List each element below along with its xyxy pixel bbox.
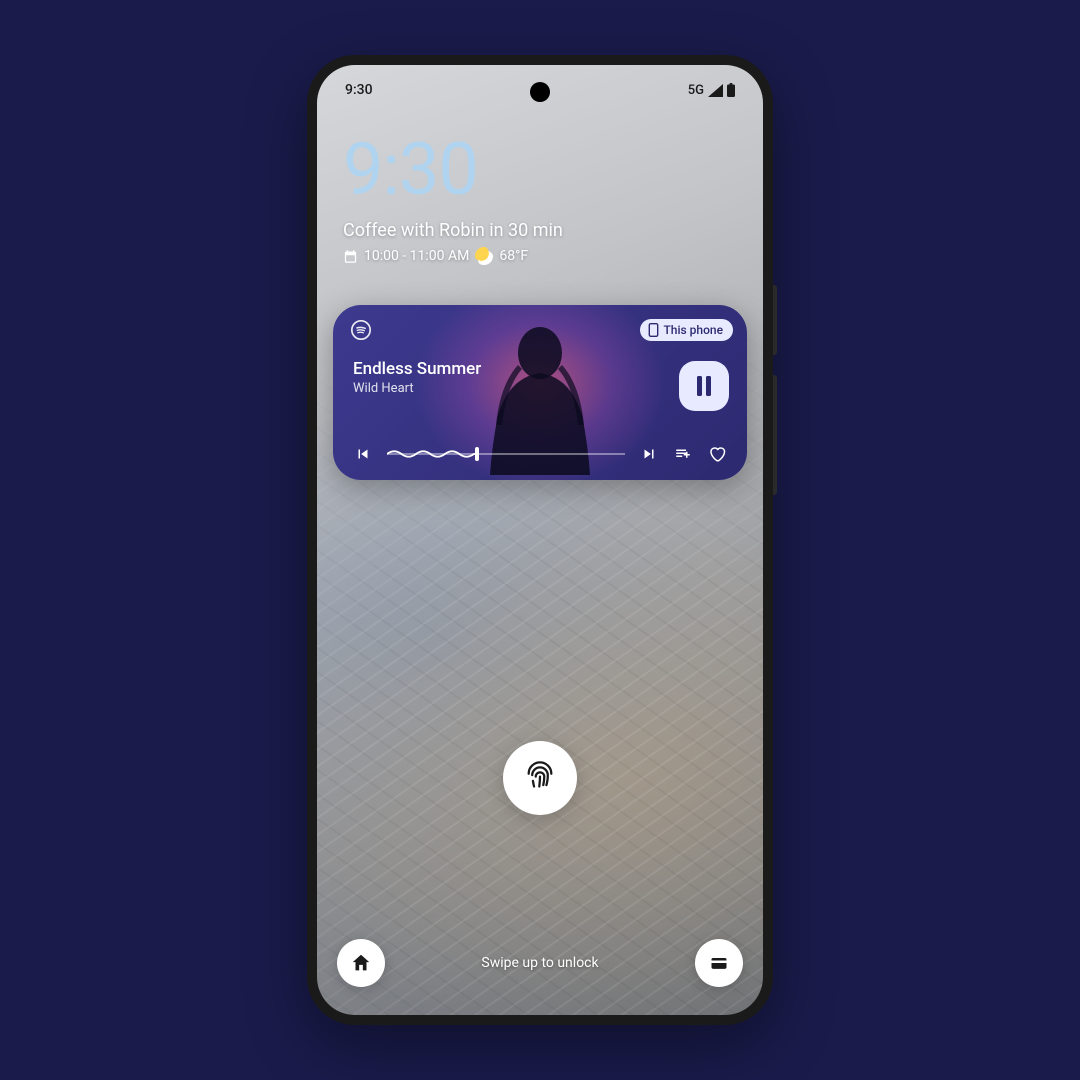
progress-bar[interactable] [387,444,625,464]
phone-frame: 9:30 5G 9:30 Coffee with Robin in 30 min… [307,55,773,1025]
lock-screen[interactable]: 9:30 5G 9:30 Coffee with Robin in 30 min… [317,65,763,1015]
status-time: 9:30 [345,82,373,98]
at-a-glance[interactable]: Coffee with Robin in 30 min 10:00 - 11:0… [343,220,563,265]
play-pause-button[interactable] [679,361,729,411]
home-icon [350,952,372,974]
output-device-chip[interactable]: This phone [640,319,733,341]
like-button[interactable] [707,444,727,464]
progress-thumb[interactable] [475,447,479,461]
heart-icon [707,445,727,463]
track-artist: Wild Heart [353,381,481,396]
pause-icon [695,376,713,396]
signal-icon [708,84,723,97]
playlist-add-icon [673,445,693,463]
home-shortcut-button[interactable] [337,939,385,987]
track-title: Endless Summer [353,359,481,379]
device-label: This phone [663,323,723,337]
event-title: Coffee with Robin in 30 min [343,220,563,241]
fingerprint-button[interactable] [503,741,577,815]
fingerprint-icon [523,761,557,795]
lock-clock: 9:30 [343,127,478,212]
wallet-shortcut-button[interactable] [695,939,743,987]
skip-next-icon [640,445,658,463]
next-button[interactable] [639,444,659,464]
skip-previous-icon [354,445,372,463]
camera-cutout [530,82,550,102]
event-temp: 68°F [499,248,528,264]
spotify-icon [351,320,371,340]
battery-icon [727,83,735,97]
event-time: 10:00 - 11:00 AM [364,248,469,264]
phone-icon [648,323,659,337]
queue-button[interactable] [673,444,693,464]
progress-played [387,449,477,460]
wallet-icon [708,953,730,973]
previous-button[interactable] [353,444,373,464]
calendar-icon [343,249,358,264]
media-player-card[interactable]: This phone Endless Summer Wild Heart [333,305,747,480]
network-label: 5G [688,83,704,98]
unlock-hint: Swipe up to unlock [481,955,598,971]
weather-icon [475,247,493,265]
